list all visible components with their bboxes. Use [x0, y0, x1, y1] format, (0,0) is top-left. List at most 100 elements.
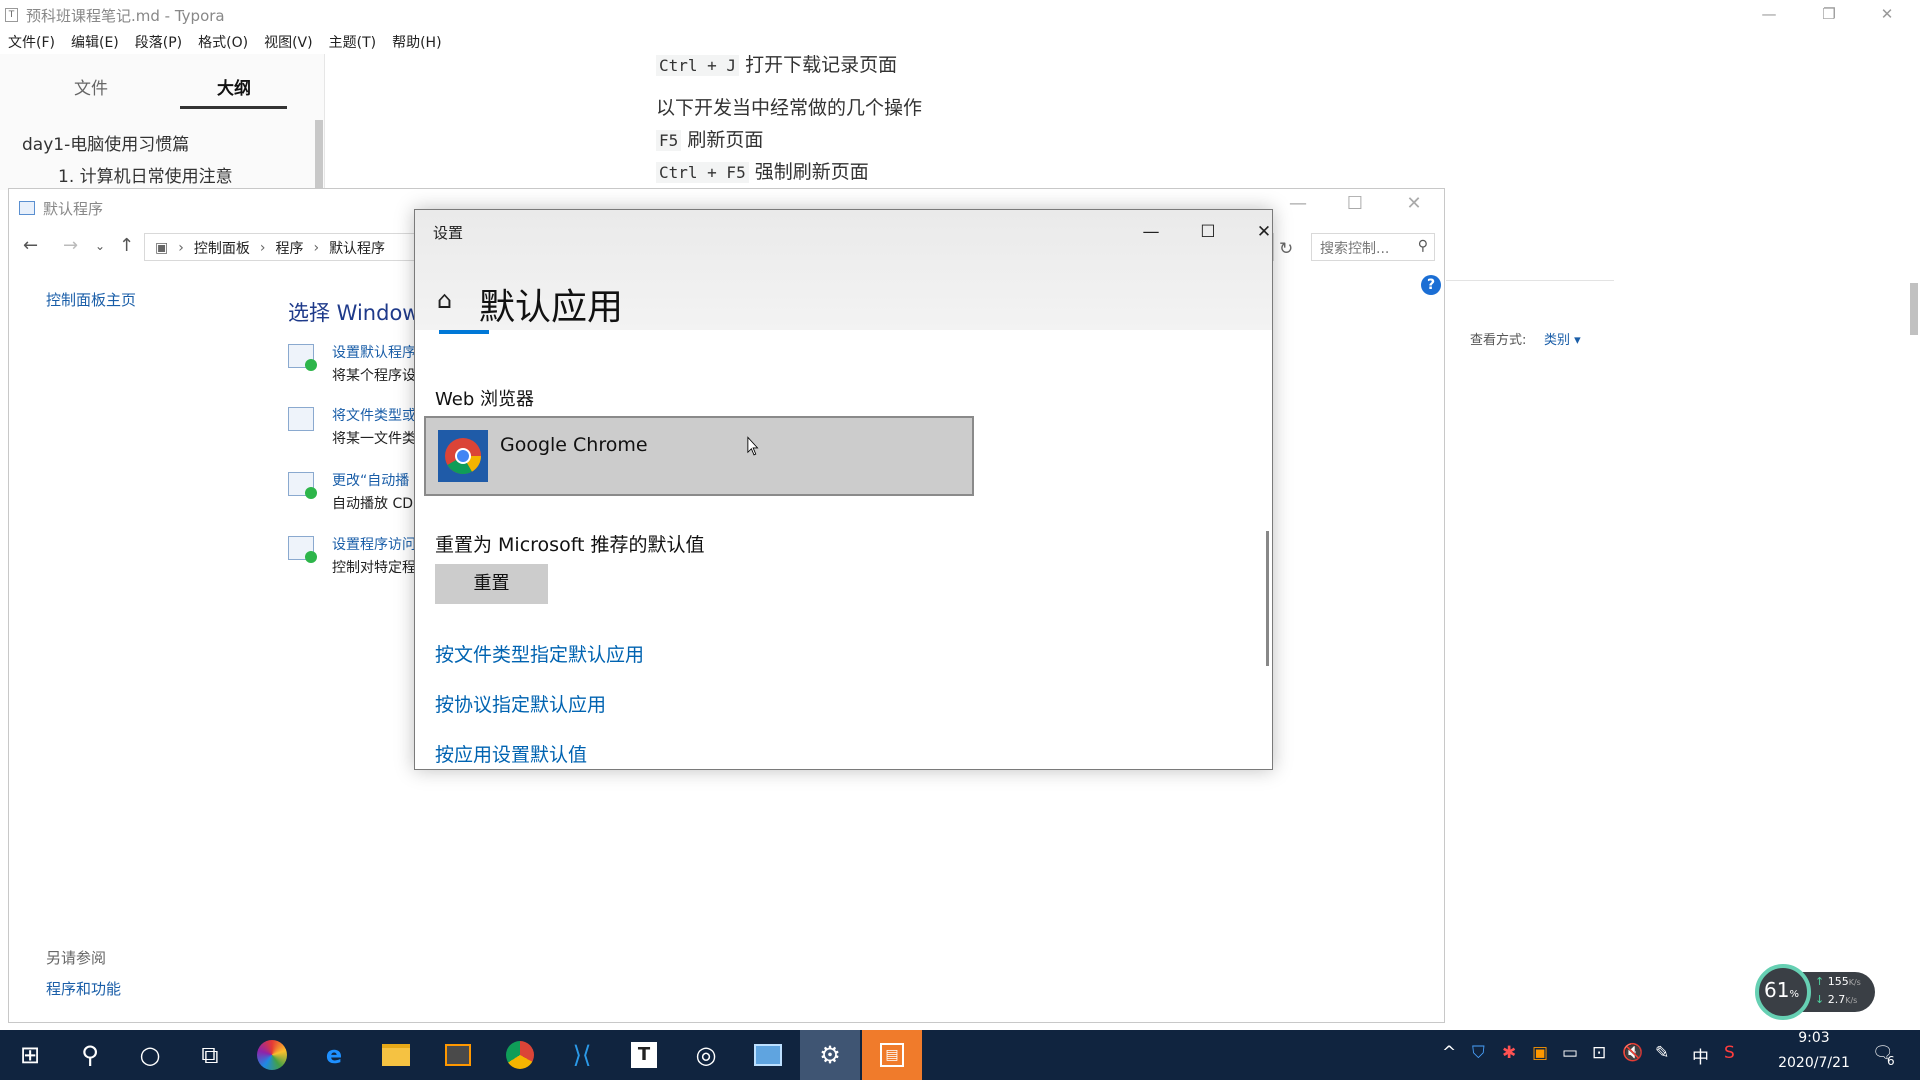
- page-heading: 选择 Window: [288, 301, 420, 325]
- view-by-label: 查看方式:: [1470, 333, 1527, 348]
- typora-icon[interactable]: T: [614, 1030, 674, 1080]
- task-link[interactable]: 将文件类型或: [332, 405, 416, 425]
- breadcrumb-item[interactable]: 默认程序: [329, 238, 385, 258]
- vscode-icon[interactable]: ⟩⟨: [552, 1030, 612, 1080]
- task-link[interactable]: 更改“自动播: [332, 470, 409, 490]
- search-icon[interactable]: ⚲: [60, 1030, 120, 1080]
- doc-line: 以下开发当中经常做的几个操作: [656, 93, 922, 120]
- task-link[interactable]: 设置默认程序: [332, 342, 416, 362]
- maximize-icon[interactable]: ☐: [1332, 193, 1378, 219]
- search-input[interactable]: 搜索控制... ⚲: [1311, 233, 1435, 261]
- close-icon[interactable]: ✕: [1391, 193, 1437, 219]
- recent-dropdown-icon[interactable]: ⌄: [95, 239, 105, 253]
- task-description: 控制对特定程: [332, 560, 416, 576]
- menu-edit[interactable]: 编辑(E): [71, 32, 119, 54]
- virus-icon[interactable]: ✱: [1502, 1043, 1516, 1063]
- divider: [1446, 280, 1614, 281]
- security-shield-icon[interactable]: ⛉: [1472, 1043, 1485, 1063]
- search-placeholder: 搜索控制...: [1320, 241, 1390, 257]
- close-icon[interactable]: ✕: [1241, 218, 1272, 246]
- up-arrow-icon[interactable]: ↑: [119, 235, 134, 256]
- file-association-icon: [288, 407, 314, 431]
- edge-icon[interactable]: e: [304, 1030, 364, 1080]
- clock-time[interactable]: 9:03: [1784, 1030, 1844, 1046]
- clock-date[interactable]: 2020/7/21: [1766, 1055, 1862, 1071]
- set-defaults-by-app-link[interactable]: 按应用设置默认值: [435, 740, 587, 767]
- chrome-icon[interactable]: [490, 1030, 550, 1080]
- document-scrollbar[interactable]: [1910, 283, 1918, 335]
- color-app-icon[interactable]: [242, 1030, 302, 1080]
- minimize-icon[interactable]: —: [1275, 193, 1321, 219]
- orange-app-icon[interactable]: ▤: [862, 1030, 922, 1080]
- web-browser-label: Web 浏览器: [435, 389, 534, 410]
- doc-text: 以下开发当中经常做的几个操作: [656, 97, 923, 119]
- ime-indicator[interactable]: 中: [1692, 1043, 1709, 1068]
- tray-overflow-icon[interactable]: ^: [1442, 1043, 1456, 1063]
- home-icon[interactable]: ⌂: [437, 286, 452, 314]
- close-icon[interactable]: ✕: [1858, 0, 1916, 30]
- tab-files[interactable]: 文件: [74, 74, 108, 99]
- sogou-icon[interactable]: S: [1724, 1043, 1735, 1063]
- settings-scrollbar[interactable]: [1266, 531, 1269, 666]
- control-panel-icon[interactable]: [738, 1030, 798, 1080]
- view-by-dropdown[interactable]: 类别 ▾: [1544, 329, 1581, 348]
- forward-arrow-icon[interactable]: →: [63, 235, 78, 256]
- task-link[interactable]: 设置程序访问: [332, 534, 416, 554]
- restore-icon[interactable]: ❐: [1800, 0, 1858, 30]
- choose-by-file-type-link[interactable]: 按文件类型指定默认应用: [435, 640, 644, 667]
- doc-text: 刷新页面: [687, 129, 764, 151]
- control-panel-home-link[interactable]: 控制面板主页: [46, 289, 136, 310]
- menu-help[interactable]: 帮助(H): [392, 32, 441, 54]
- refresh-icon[interactable]: ↻: [1279, 239, 1293, 259]
- network-speed-widget[interactable]: 61% ↑ 155K/s ↓ 2.7K/s: [1755, 964, 1875, 1020]
- outline-item[interactable]: day1-电脑使用习惯篇: [22, 130, 189, 155]
- tray-app-icon[interactable]: ▣: [1532, 1043, 1548, 1063]
- minimize-icon[interactable]: —: [1740, 0, 1798, 30]
- start-icon[interactable]: ⊞: [0, 1030, 60, 1080]
- memory-percent: 61%: [1764, 978, 1799, 1002]
- mouse-cursor-icon: [747, 436, 759, 456]
- breadcrumb-item[interactable]: 控制面板: [194, 238, 250, 258]
- help-icon[interactable]: ?: [1421, 275, 1441, 295]
- settings-window: 设置 — ☐ ✕ ⌂ 默认应用 Web 浏览器 Google Chrome 重置…: [414, 209, 1273, 770]
- sidebar-scrollbar[interactable]: [315, 120, 323, 190]
- default-programs-icon: [288, 344, 317, 371]
- cortana-icon[interactable]: ○: [120, 1030, 180, 1080]
- app-icon[interactable]: ◎: [676, 1030, 736, 1080]
- file-explorer-icon[interactable]: [366, 1030, 426, 1080]
- sublime-icon[interactable]: [428, 1030, 488, 1080]
- chevron-right-icon: ›: [259, 240, 266, 256]
- menu-paragraph[interactable]: 段落(P): [135, 32, 182, 54]
- battery-icon[interactable]: ▭: [1562, 1043, 1578, 1063]
- menu-format[interactable]: 格式(O): [198, 32, 248, 54]
- breadcrumb-item[interactable]: 程序: [275, 238, 303, 258]
- menu-theme[interactable]: 主题(T): [329, 32, 376, 54]
- programs-and-features-link[interactable]: 程序和功能: [46, 978, 121, 999]
- task-description: 将某个程序设: [332, 368, 416, 384]
- menu-view[interactable]: 视图(V): [264, 32, 313, 54]
- pen-icon[interactable]: ✎: [1655, 1043, 1669, 1063]
- reset-button[interactable]: 重置: [435, 564, 548, 604]
- outline-item[interactable]: 1. 计算机日常使用注意: [58, 162, 233, 187]
- notification-count: 6: [1887, 1054, 1895, 1068]
- back-arrow-icon[interactable]: ←: [23, 235, 38, 256]
- network-icon[interactable]: ⊡: [1592, 1043, 1606, 1063]
- task-description: 自动播放 CD: [332, 496, 414, 512]
- code-inline: Ctrl + J: [656, 55, 740, 76]
- tab-outline[interactable]: 大纲: [217, 74, 251, 99]
- maximize-icon[interactable]: ☐: [1185, 218, 1231, 246]
- choose-by-protocol-link[interactable]: 按协议指定默认应用: [435, 690, 606, 717]
- settings-icon[interactable]: ⚙: [800, 1030, 860, 1080]
- minimize-icon[interactable]: —: [1128, 218, 1174, 246]
- accent-indicator: [439, 330, 489, 334]
- typora-window-title: 预科班课程笔记.md - Typora: [26, 7, 225, 25]
- volume-muted-icon[interactable]: 🔇: [1622, 1043, 1643, 1063]
- reset-label: 重置为 Microsoft 推荐的默认值: [435, 534, 705, 556]
- default-browser-button[interactable]: Google Chrome: [424, 416, 974, 496]
- doc-text: 强制刷新页面: [754, 161, 869, 183]
- task-view-icon[interactable]: ⧉: [180, 1030, 240, 1080]
- typora-sidebar: 文件 大纲 day1-电脑使用习惯篇 1. 计算机日常使用注意: [0, 54, 325, 190]
- search-icon[interactable]: ⚲: [1418, 238, 1428, 254]
- menu-file[interactable]: 文件(F): [8, 32, 55, 54]
- typora-titlebar[interactable]: T 预科班课程笔记.md - Typora — ❐ ✕: [0, 0, 1920, 30]
